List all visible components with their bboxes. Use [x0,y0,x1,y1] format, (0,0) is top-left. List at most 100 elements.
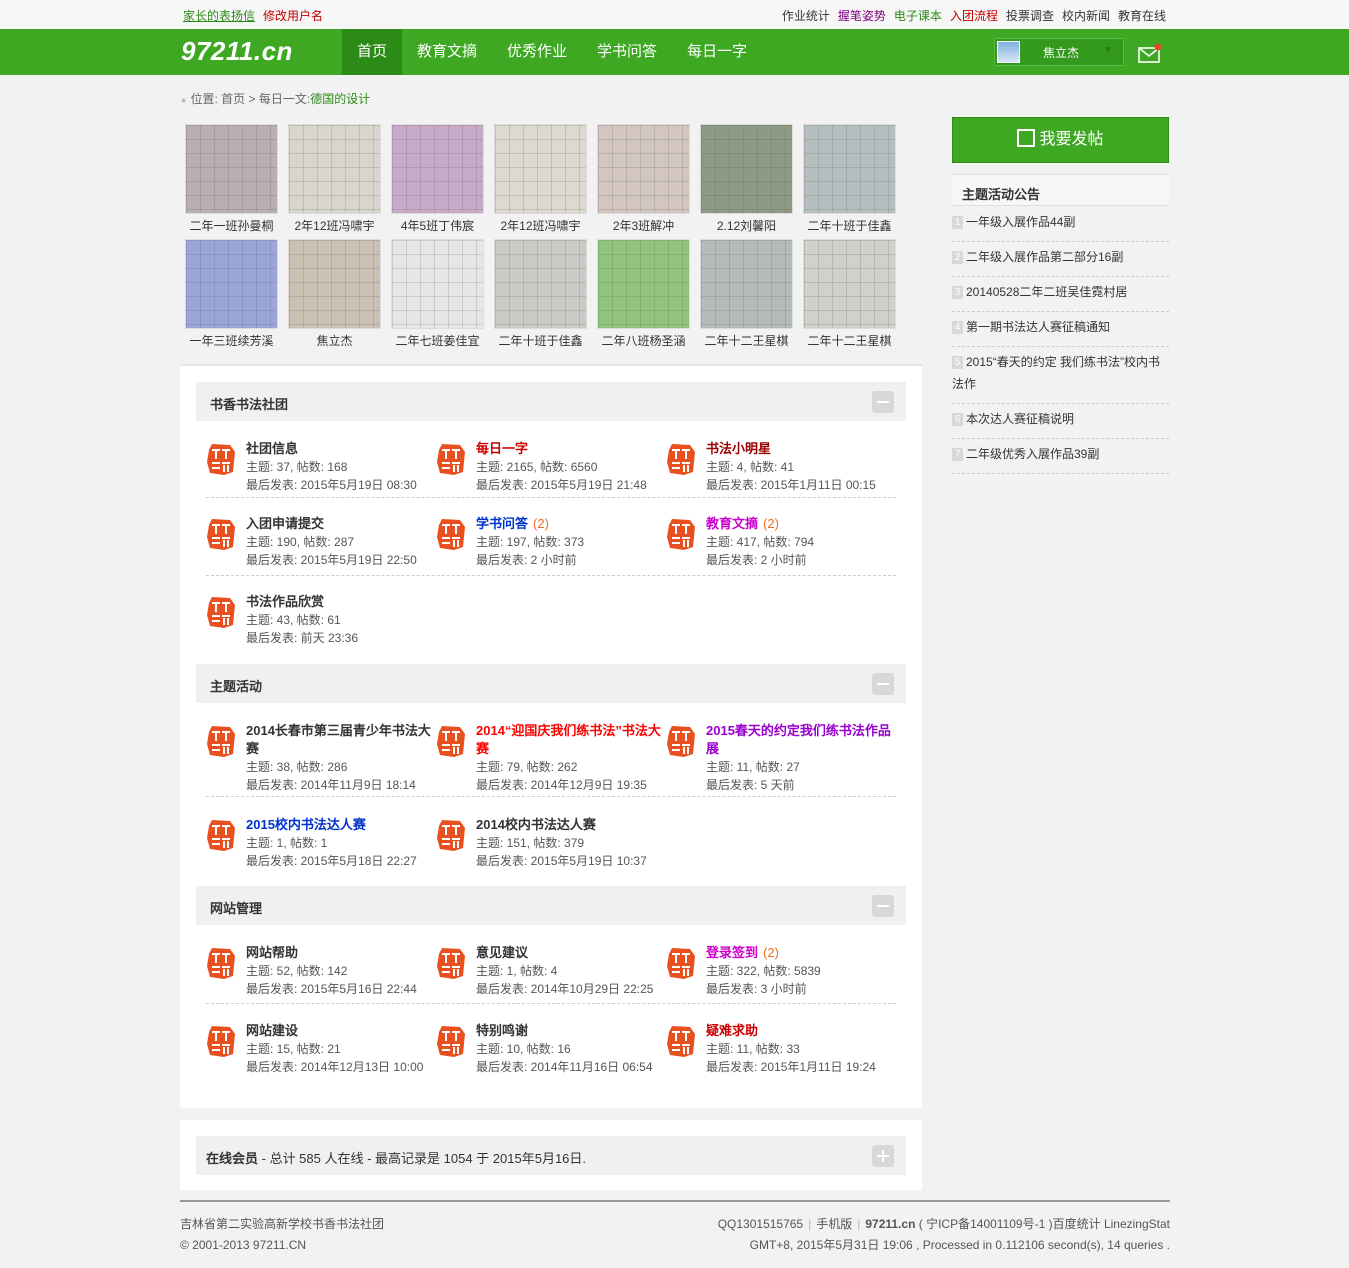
notice-link[interactable]: 二年级优秀入展作品39副 [966,447,1099,461]
nav-item[interactable]: 优秀作业 [492,29,582,75]
forum-name[interactable]: 2015校内书法达人赛 [246,816,436,834]
nav-item[interactable]: 首页 [342,29,403,75]
thumbnail-item[interactable]: 2年12班冯啸宇 [494,124,587,234]
top-link[interactable]: 入团流程 [950,9,998,23]
notice-item[interactable]: 2 二年级入展作品第二部分16副 [952,242,1169,277]
top-link[interactable]: 教育在线 [1118,9,1166,23]
thumbnail-item[interactable]: 焦立杰 [288,239,381,349]
notice-link[interactable]: 第一期书法达人赛征稿通知 [966,320,1110,334]
thumbnail-item[interactable]: 4年5班丁伟宸 [391,124,484,234]
breadcrumb-home[interactable]: 首页 [221,92,245,106]
breadcrumb-current[interactable]: 德国的设计 [310,92,370,106]
top-link[interactable]: 握笔姿势 [838,9,886,23]
thumbnail-image[interactable] [494,124,587,214]
notice-item[interactable]: 7 二年级优秀入展作品39副 [952,439,1169,474]
expand-icon[interactable] [872,1145,894,1167]
forum-title[interactable]: 社团信息 [246,441,298,456]
forum-name[interactable]: 书法小明星 [706,440,896,458]
thumbnail-item[interactable]: 2年3班解冲 [597,124,690,234]
notice-link[interactable]: 本次达人赛征稿说明 [966,412,1074,426]
thumbnail-image[interactable] [700,239,793,329]
thumbnail-image[interactable] [288,239,381,329]
collapse-icon[interactable] [872,673,894,695]
thumbnail-item[interactable]: 二年八班杨圣涵 [597,239,690,349]
section-title[interactable]: 网站管理 [210,898,262,917]
forum-name[interactable]: 意见建议 [476,944,666,962]
footer-icp-link[interactable]: ( 宁ICP备14001109号-1 ) [919,1217,1053,1231]
forum-name[interactable]: 每日一字 [476,440,666,458]
thumbnail-item[interactable]: 2年12班冯啸宇 [288,124,381,234]
forum-title[interactable]: 2014“迎国庆我们练书法”书法大赛 [476,723,661,756]
footer-stat-link[interactable]: 百度统计 LinezingStat [1053,1217,1170,1231]
footer-qq-link[interactable]: QQ1301515765 [718,1217,803,1231]
top-link[interactable]: 作业统计 [782,9,830,23]
top-link[interactable]: 校内新闻 [1062,9,1110,23]
thumbnail-item[interactable]: 二年一班孙曼桐 [185,124,278,234]
forum-name[interactable]: 2015春天的约定我们练书法作品展 [706,722,896,758]
thumbnail-image[interactable] [803,124,896,214]
forum-name[interactable]: 2014“迎国庆我们练书法”书法大赛 [476,722,666,758]
breadcrumb-section[interactable]: 每日一文 [259,92,307,106]
forum-title[interactable]: 2014校内书法达人赛 [476,817,596,832]
forum-name[interactable]: 社团信息 [246,440,436,458]
thumbnail-item[interactable]: 二年七班姜佳宜 [391,239,484,349]
thumbnail-image[interactable] [185,239,278,329]
site-logo[interactable]: 97211.cn [181,36,293,67]
online-members-label[interactable]: 在线会员 [206,1151,258,1166]
forum-title[interactable]: 2014长春市第三届青少年书法大赛 [246,723,431,756]
forum-title[interactable]: 网站帮助 [246,945,298,960]
notice-item[interactable]: 1 一年级入展作品44副 [952,207,1169,242]
forum-title[interactable]: 意见建议 [476,945,528,960]
thumbnail-image[interactable] [494,239,587,329]
forum-name[interactable]: 疑难求助 [706,1022,896,1040]
forum-title[interactable]: 2015校内书法达人赛 [246,817,366,832]
mail-icon[interactable] [1138,43,1162,63]
forum-title[interactable]: 登录签到 [706,945,758,960]
user-menu[interactable]: 焦立杰 ▼ [994,38,1124,66]
notice-item[interactable]: 5 2015“春天的约定 我们练书法”校内书法作 [952,347,1169,404]
thumbnail-item[interactable]: 2.12刘馨阳 [700,124,793,234]
forum-title[interactable]: 网站建设 [246,1023,298,1038]
forum-name[interactable]: 网站帮助 [246,944,436,962]
thumbnail-item[interactable]: 二年十二王星棋 [700,239,793,349]
thumbnail-image[interactable] [185,124,278,214]
forum-title[interactable]: 书法作品欣赏 [246,594,324,609]
collapse-icon[interactable] [872,895,894,917]
notice-item[interactable]: 6 本次达人赛征稿说明 [952,404,1169,439]
nav-item[interactable]: 学书问答 [582,29,672,75]
forum-name[interactable]: 书法作品欣赏 [246,593,436,611]
top-link[interactable]: 家长的表扬信 [183,9,255,23]
forum-name[interactable]: 学书问答 (2) [476,515,666,533]
top-link[interactable]: 投票调查 [1006,9,1054,23]
thumbnail-image[interactable] [700,124,793,214]
thumbnail-item[interactable]: 二年十班于佳鑫 [494,239,587,349]
notice-link[interactable]: 2015“春天的约定 我们练书法”校内书法作 [952,355,1160,391]
notice-link[interactable]: 二年级入展作品第二部分16副 [966,250,1123,264]
thumbnail-image[interactable] [597,239,690,329]
forum-title[interactable]: 2015春天的约定我们练书法作品展 [706,723,891,756]
notice-link[interactable]: 一年级入展作品44副 [966,215,1075,229]
thumbnail-item[interactable]: 二年十二王星棋 [803,239,896,349]
nav-item[interactable]: 每日一字 [672,29,762,75]
forum-title[interactable]: 教育文摘 [706,516,758,531]
forum-title[interactable]: 疑难求助 [706,1023,758,1038]
forum-name[interactable]: 教育文摘 (2) [706,515,896,533]
thumbnail-image[interactable] [597,124,690,214]
forum-title[interactable]: 每日一字 [476,441,528,456]
section-title[interactable]: 书香书法社团 [210,394,288,413]
forum-title[interactable]: 特别鸣谢 [476,1023,528,1038]
top-link[interactable]: 修改用户名 [263,9,323,23]
forum-name[interactable]: 登录签到 (2) [706,944,896,962]
thumbnail-item[interactable]: 一年三班续芳溪 [185,239,278,349]
notice-item[interactable]: 4 第一期书法达人赛征稿通知 [952,312,1169,347]
forum-title[interactable]: 学书问答 [476,516,528,531]
nav-item[interactable]: 教育文摘 [402,29,492,75]
forum-name[interactable]: 特别鸣谢 [476,1022,666,1040]
thumbnail-image[interactable] [391,239,484,329]
forum-title[interactable]: 入团申请提交 [246,516,324,531]
forum-name[interactable]: 入团申请提交 [246,515,436,533]
forum-name[interactable]: 网站建设 [246,1022,436,1040]
top-link[interactable]: 电子课本 [894,9,942,23]
notice-item[interactable]: 3 20140528二年二班吴佳霓村居 [952,277,1169,312]
forum-name[interactable]: 2014校内书法达人赛 [476,816,666,834]
